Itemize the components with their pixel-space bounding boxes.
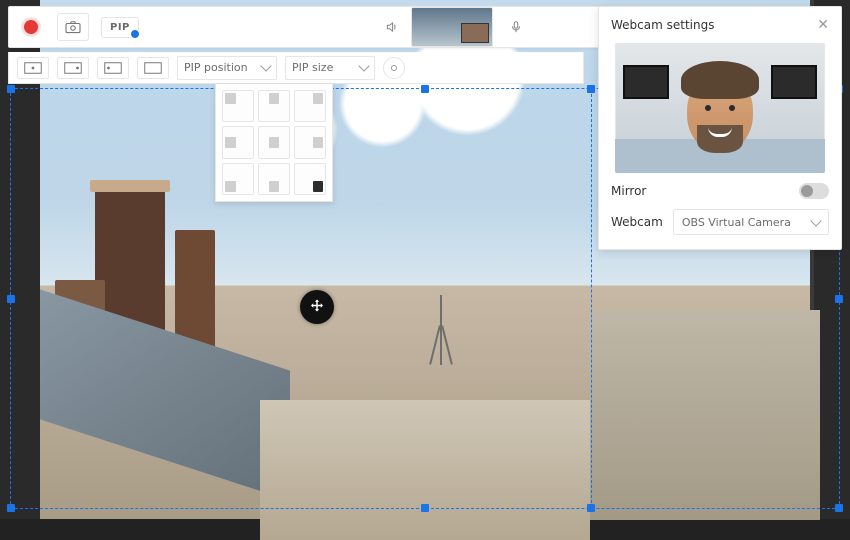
pip-pos-middle-center[interactable] xyxy=(258,126,290,158)
pip-size-dropdown[interactable]: PIP size xyxy=(285,56,375,80)
pip-pos-top-right[interactable] xyxy=(294,90,326,122)
circle-icon xyxy=(391,65,397,71)
person-face xyxy=(687,71,753,151)
pip-pos-middle-right[interactable] xyxy=(294,126,326,158)
panel-close-button[interactable]: ✕ xyxy=(817,17,829,33)
mirror-label: Mirror xyxy=(611,184,646,198)
move-handle[interactable] xyxy=(300,290,334,324)
capture-mode-toolbar: PIP position PIP size xyxy=(8,52,584,84)
bg-monitor xyxy=(771,65,817,99)
mode-region-button[interactable] xyxy=(17,57,49,79)
pip-size-label: PIP size xyxy=(292,61,333,74)
pip-position-grid xyxy=(215,84,333,202)
record-button[interactable] xyxy=(17,13,45,41)
pip-toggle-button[interactable]: PIP xyxy=(101,17,139,38)
resize-handle-sw[interactable] xyxy=(7,504,15,512)
camera-icon xyxy=(64,20,82,34)
speaker-icon[interactable] xyxy=(385,20,399,34)
pip-pos-middle-left[interactable] xyxy=(222,126,254,158)
panel-title: Webcam settings xyxy=(611,18,714,32)
mode-region-left-button[interactable] xyxy=(97,57,129,79)
bg-monitor xyxy=(623,65,669,99)
screenshot-button[interactable] xyxy=(57,13,89,41)
pip-pos-top-left[interactable] xyxy=(222,90,254,122)
pip-position-label: PIP position xyxy=(184,61,248,74)
resize-handle-nw[interactable] xyxy=(7,85,15,93)
pip-position-dropdown[interactable]: PIP position xyxy=(177,56,277,80)
webcam-shape-button[interactable] xyxy=(383,57,405,79)
resize-handle-se[interactable] xyxy=(835,504,843,512)
webcam-settings-panel: Webcam settings ✕ Mirror Webcam OBS Virt… xyxy=(598,6,842,250)
microphone-icon[interactable] xyxy=(509,20,523,34)
resize-handle-guide-top[interactable] xyxy=(587,85,595,93)
resize-handle-guide-bottom[interactable] xyxy=(587,504,595,512)
mode-region-right-button[interactable] xyxy=(57,57,89,79)
webcam-preview xyxy=(615,43,825,173)
webcam-selected-value: OBS Virtual Camera xyxy=(682,216,791,229)
move-icon xyxy=(308,298,326,316)
resize-handle-s[interactable] xyxy=(421,504,429,512)
mode-fullscreen-button[interactable] xyxy=(137,57,169,79)
record-icon xyxy=(24,20,38,34)
chevron-down-icon xyxy=(260,60,271,71)
mirror-toggle[interactable] xyxy=(799,183,829,199)
resize-handle-w[interactable] xyxy=(7,295,15,303)
selection-guide-vertical[interactable] xyxy=(591,89,592,508)
chevron-down-icon xyxy=(358,60,369,71)
pip-pos-bottom-left[interactable] xyxy=(222,163,254,195)
pip-pos-bottom-center[interactable] xyxy=(258,163,290,195)
resize-handle-n[interactable] xyxy=(421,85,429,93)
pip-pos-top-center[interactable] xyxy=(258,90,290,122)
recording-preview-thumbnail[interactable] xyxy=(411,7,493,47)
chevron-down-icon xyxy=(810,215,821,226)
webcam-label: Webcam xyxy=(611,215,663,229)
pip-pos-bottom-right[interactable] xyxy=(294,163,326,195)
resize-handle-e[interactable] xyxy=(835,295,843,303)
webcam-select[interactable]: OBS Virtual Camera xyxy=(673,209,829,235)
